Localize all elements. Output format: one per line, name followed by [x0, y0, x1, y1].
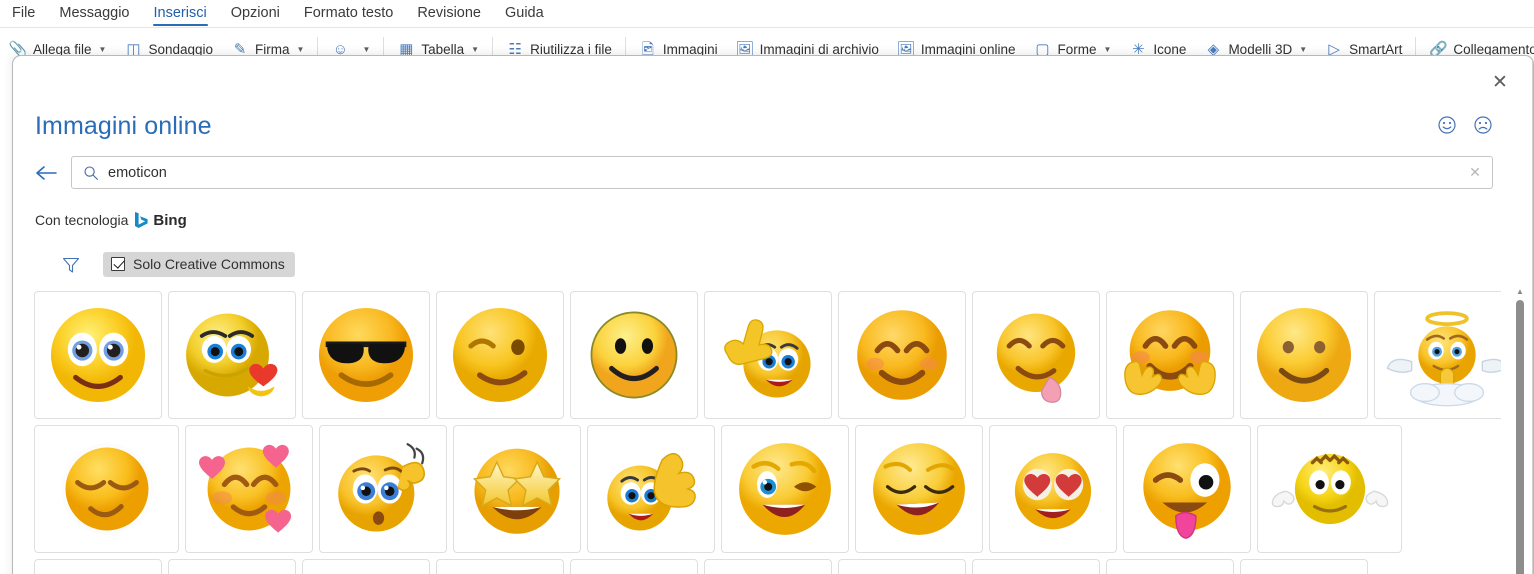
powered-by-label: Con tecnologia: [35, 212, 129, 228]
bing-wordmark: Bing: [153, 211, 187, 229]
result-thumb-partial[interactable]: [1106, 559, 1234, 574]
search-input[interactable]: [108, 157, 1458, 188]
result-thumb-smiley-blush-closed-eyes[interactable]: [838, 291, 966, 419]
tab-revisione[interactable]: Revisione: [405, 1, 493, 27]
result-thumb-smiley-plain-smile[interactable]: [1240, 291, 1368, 419]
filter-icon[interactable]: [61, 255, 81, 275]
result-thumb-smiley-heart-eyes[interactable]: [989, 425, 1117, 553]
scrollbar-thumb[interactable]: [1516, 300, 1524, 574]
tab-file[interactable]: File: [0, 1, 47, 27]
feedback-icon-group: [1437, 115, 1493, 135]
result-thumb-smiley-star-struck[interactable]: [453, 425, 581, 553]
ribbon-tab-bar: File Messaggio Inserisci Opzioni Formato…: [0, 0, 1534, 27]
chevron-down-icon: ▼: [471, 44, 480, 54]
result-thumb-smiley-wink[interactable]: [436, 291, 564, 419]
result-thumb-partial[interactable]: [302, 559, 430, 574]
bing-b-icon: [135, 212, 149, 228]
chevron-down-icon: ▼: [296, 44, 305, 54]
screen: File Messaggio Inserisci Opzioni Formato…: [0, 0, 1534, 574]
result-thumb-partial[interactable]: [704, 559, 832, 574]
results-row: [34, 559, 1501, 574]
back-arrow-icon[interactable]: [33, 160, 59, 186]
close-icon[interactable]: ✕: [1483, 67, 1517, 97]
creative-commons-label: Solo Creative Commons: [133, 256, 285, 272]
chevron-down-icon: ▼: [362, 44, 371, 54]
ribbon-separator: [0, 27, 1534, 28]
results-grid: [34, 291, 1501, 574]
result-thumb-partial[interactable]: [1240, 559, 1368, 574]
page-title: Immagini online: [35, 112, 212, 140]
smiley-happy-icon[interactable]: [1437, 115, 1457, 135]
results-row: [34, 425, 1501, 553]
search-box[interactable]: ✕: [71, 156, 1493, 189]
result-thumb-partial[interactable]: [168, 559, 296, 574]
powered-by-bing: Con tecnologia Bing: [35, 211, 187, 229]
results-scrollbar[interactable]: ▲: [1513, 284, 1527, 574]
result-thumb-smiley-three-hearts[interactable]: [185, 425, 313, 553]
result-thumb-smiley-big-eyes-grin[interactable]: [34, 291, 162, 419]
result-thumb-partial[interactable]: [838, 559, 966, 574]
result-thumb-smiley-relieved-closed-eyes[interactable]: [34, 425, 179, 553]
result-thumb-smiley-hugging-hands[interactable]: [1106, 291, 1234, 419]
creative-commons-filter[interactable]: Solo Creative Commons: [103, 252, 295, 277]
tab-messaggio[interactable]: Messaggio: [47, 1, 141, 27]
tab-guida[interactable]: Guida: [493, 1, 556, 27]
scroll-up-arrow-icon[interactable]: ▲: [1513, 284, 1527, 298]
result-thumb-smiley-shrug-arms[interactable]: [1257, 425, 1402, 553]
result-thumb-smiley-classic-smile-outline[interactable]: [570, 291, 698, 419]
search-icon: [83, 165, 99, 181]
result-thumb-smiley-thumbs-up-happy[interactable]: [587, 425, 715, 553]
result-thumb-partial[interactable]: [34, 559, 162, 574]
clear-search-icon[interactable]: ✕: [1458, 157, 1492, 188]
bing-logo: Bing: [134, 211, 187, 229]
online-pictures-dialog: ✕ Immagini online emoticon ✕ Con tecnolo…: [12, 55, 1534, 574]
result-thumb-partial[interactable]: [972, 559, 1100, 574]
result-thumb-partial[interactable]: [570, 559, 698, 574]
chevron-down-icon: ▼: [1299, 44, 1308, 54]
tab-opzioni[interactable]: Opzioni: [219, 1, 292, 27]
filter-row: Solo Creative Commons: [61, 252, 295, 277]
chevron-down-icon: ▼: [98, 44, 107, 54]
result-thumb-smiley-thumbs-up-laughing[interactable]: [704, 291, 832, 419]
results-row: [34, 291, 1501, 419]
result-thumb-smiley-angel-praying-cloud[interactable]: [1374, 291, 1501, 419]
checkbox-icon[interactable]: [111, 257, 125, 271]
result-thumb-smiley-winking-open-mouth[interactable]: [721, 425, 849, 553]
result-thumb-smiley-squinting-laugh[interactable]: [855, 425, 983, 553]
chevron-down-icon: ▼: [1103, 44, 1112, 54]
result-thumb-smiley-tongue-out-side[interactable]: [972, 291, 1100, 419]
dialog-right-edge: [1532, 56, 1533, 574]
result-thumb-smiley-wink-tongue-out[interactable]: [1123, 425, 1251, 553]
result-thumb-smiley-scratching-head-confused[interactable]: [319, 425, 447, 553]
result-thumb-smiley-holding-heart[interactable]: [168, 291, 296, 419]
smiley-sad-icon[interactable]: [1473, 115, 1493, 135]
result-thumb-partial[interactable]: [436, 559, 564, 574]
result-thumb-smiley-sunglasses[interactable]: [302, 291, 430, 419]
tab-inserisci[interactable]: Inserisci: [142, 1, 219, 27]
search-row: ✕: [33, 156, 1493, 189]
tab-formato-testo[interactable]: Formato testo: [292, 1, 405, 27]
